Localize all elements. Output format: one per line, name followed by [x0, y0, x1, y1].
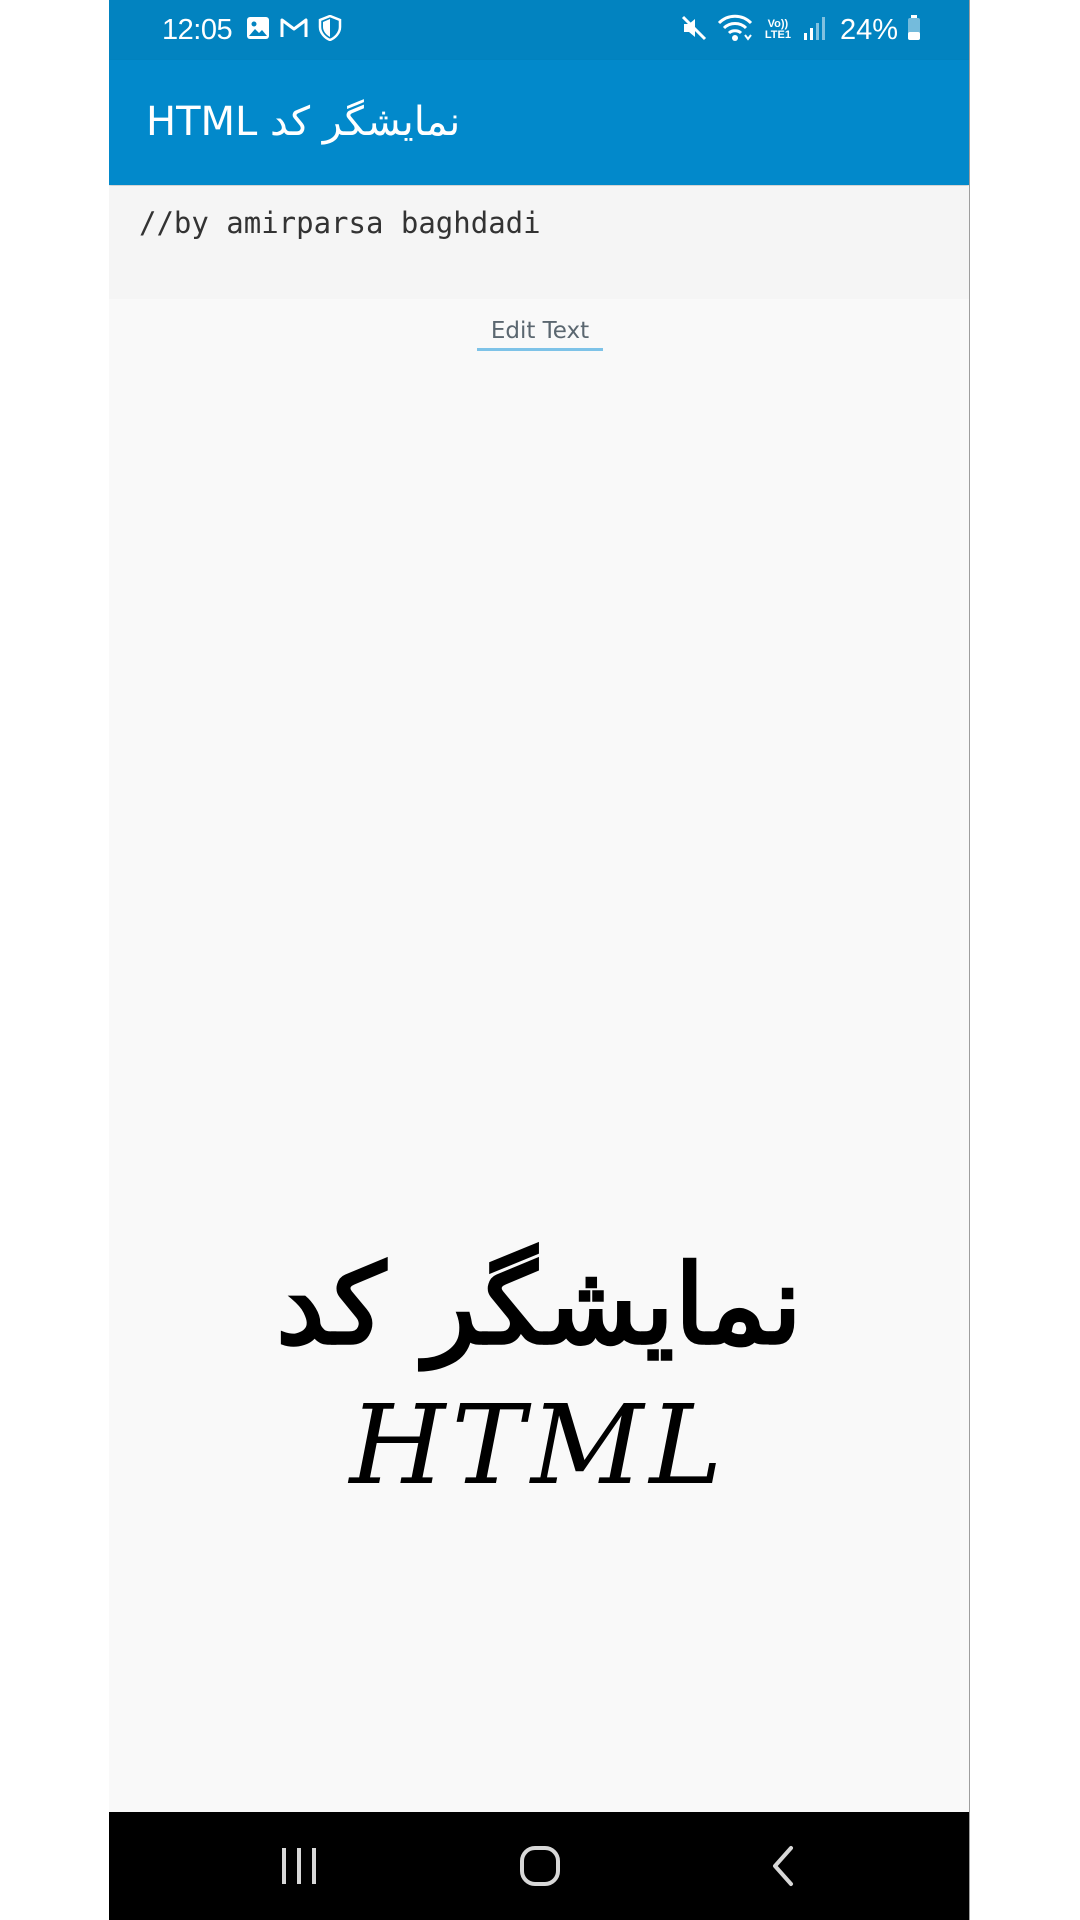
shield-icon	[318, 14, 342, 45]
volte-indicator: Vo)) LTE1	[764, 18, 791, 41]
back-icon	[773, 1846, 793, 1886]
status-time: 12:05	[162, 13, 233, 46]
phone-screen: 12:05 Vo)) LTE1 24% نمایشگر کد HTML //by…	[109, 0, 970, 1920]
preview-line-persian: نمایشگر کد	[275, 1240, 803, 1369]
signal-icon	[803, 15, 827, 45]
home-icon	[520, 1846, 560, 1886]
code-editor[interactable]: //by amirparsa baghdadi	[109, 186, 969, 299]
html-preview: نمایشگر کد HTML	[109, 1230, 969, 1570]
recents-button[interactable]	[269, 1842, 329, 1890]
home-button[interactable]	[510, 1842, 570, 1890]
battery-icon	[907, 15, 921, 45]
preview-line-html: HTML	[349, 1381, 729, 1509]
gmail-icon	[280, 17, 308, 43]
wifi-icon	[717, 13, 753, 47]
gallery-icon	[246, 16, 270, 44]
status-left: 12:05	[162, 0, 342, 60]
recents-icon	[282, 1848, 316, 1884]
mute-icon	[680, 14, 708, 46]
status-right: Vo)) LTE1 24%	[680, 0, 921, 60]
navigation-bar	[109, 1812, 969, 1920]
app-title: نمایشگر کد HTML	[146, 99, 461, 145]
status-bar: 12:05 Vo)) LTE1 24%	[109, 0, 969, 60]
edit-text-button[interactable]: Edit Text	[477, 318, 603, 351]
code-text: //by amirparsa baghdadi	[139, 206, 541, 240]
app-bar: نمایشگر کد HTML	[109, 60, 969, 185]
page: 12:05 Vo)) LTE1 24% نمایشگر کد HTML //by…	[0, 0, 1080, 1920]
battery-percent: 24%	[839, 13, 898, 46]
back-button[interactable]	[752, 1842, 812, 1890]
